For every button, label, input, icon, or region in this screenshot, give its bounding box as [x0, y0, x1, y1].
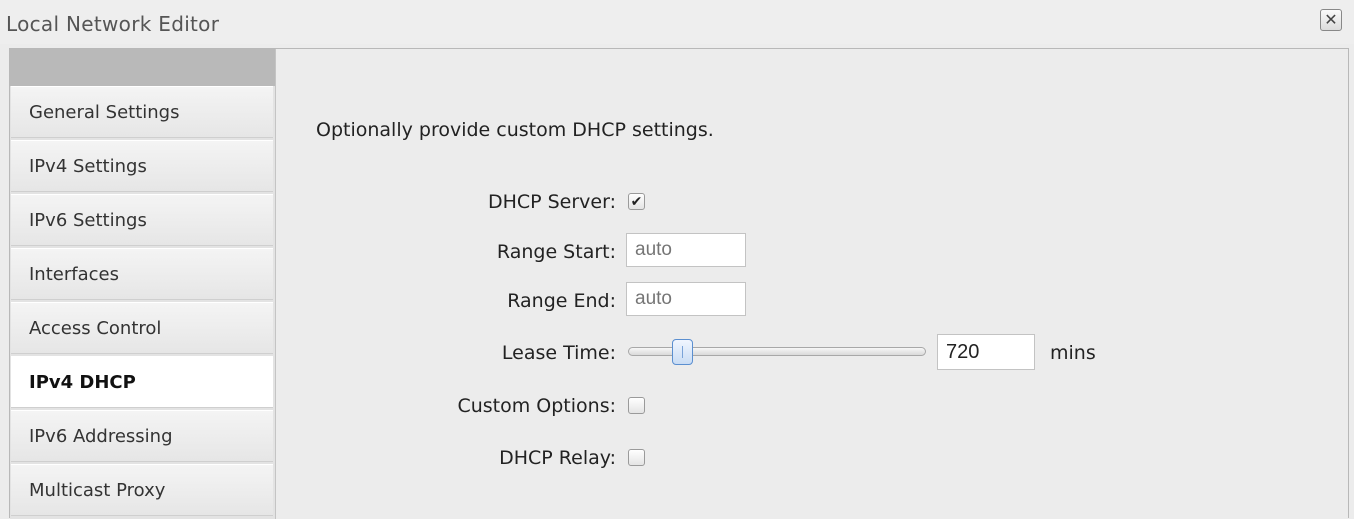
close-icon: ✕ — [1324, 10, 1338, 29]
range-start-label: Range Start: — [496, 241, 616, 263]
editor-frame: General Settings IPv4 Settings IPv6 Sett… — [9, 48, 1349, 519]
sidebar-item-label: Access Control — [29, 317, 162, 339]
close-button[interactable]: ✕ — [1320, 9, 1342, 31]
lease-time-slider-handle[interactable] — [672, 339, 694, 365]
range-end-input[interactable] — [626, 282, 746, 316]
sidebar-item-access-control[interactable]: Access Control — [11, 302, 273, 354]
dhcp-settings-panel: Optionally provide custom DHCP settings.… — [276, 49, 1348, 518]
checkmark-icon: ✔ — [630, 193, 643, 210]
custom-options-label: Custom Options: — [457, 395, 616, 417]
lease-time-input[interactable] — [937, 334, 1035, 370]
range-start-row: Range Start: — [276, 233, 876, 269]
sidebar-item-multicast-proxy[interactable]: Multicast Proxy — [11, 464, 273, 516]
panel-description: Optionally provide custom DHCP settings. — [316, 119, 714, 141]
dhcp-server-checkbox[interactable]: ✔ — [628, 193, 645, 210]
sidebar-item-label: IPv4 Settings — [29, 155, 147, 177]
sidebar-item-label: IPv6 Settings — [29, 209, 147, 231]
sidebar-item-ipv4-settings[interactable]: IPv4 Settings — [11, 140, 273, 192]
dhcp-relay-row: DHCP Relay: — [276, 439, 876, 475]
dhcp-relay-checkbox[interactable] — [628, 449, 645, 466]
sidebar-item-label: Interfaces — [29, 263, 119, 285]
range-start-input[interactable] — [626, 233, 746, 267]
dhcp-relay-label: DHCP Relay: — [499, 447, 616, 469]
sidebar-item-ipv4-dhcp[interactable]: IPv4 DHCP — [11, 356, 273, 408]
sidebar-header — [10, 49, 275, 86]
sidebar-item-label: Multicast Proxy — [29, 479, 166, 501]
lease-time-label: Lease Time: — [501, 342, 616, 364]
custom-options-checkbox[interactable] — [628, 397, 645, 414]
lease-time-row: Lease Time: mins — [276, 334, 1176, 370]
sidebar-item-interfaces[interactable]: Interfaces — [11, 248, 273, 300]
dhcp-server-row: DHCP Server: ✔ — [276, 183, 876, 219]
sidebar-item-label: IPv6 Addressing — [29, 425, 173, 447]
window-titlebar: Local Network Editor ✕ — [0, 0, 1354, 44]
sidebar-item-ipv6-addressing[interactable]: IPv6 Addressing — [11, 410, 273, 462]
window-title: Local Network Editor — [6, 12, 220, 36]
dhcp-server-label: DHCP Server: — [487, 191, 616, 213]
sidebar-item-ipv6-settings[interactable]: IPv6 Settings — [11, 194, 273, 246]
sidebar: General Settings IPv4 Settings IPv6 Sett… — [10, 49, 276, 519]
lease-time-unit: mins — [1050, 342, 1096, 364]
sidebar-item-label: IPv4 DHCP — [29, 371, 136, 393]
range-end-label: Range End: — [507, 290, 616, 312]
sidebar-item-general-settings[interactable]: General Settings — [11, 86, 273, 138]
custom-options-row: Custom Options: — [276, 387, 876, 423]
range-end-row: Range End: — [276, 282, 876, 318]
sidebar-item-label: General Settings — [29, 101, 180, 123]
